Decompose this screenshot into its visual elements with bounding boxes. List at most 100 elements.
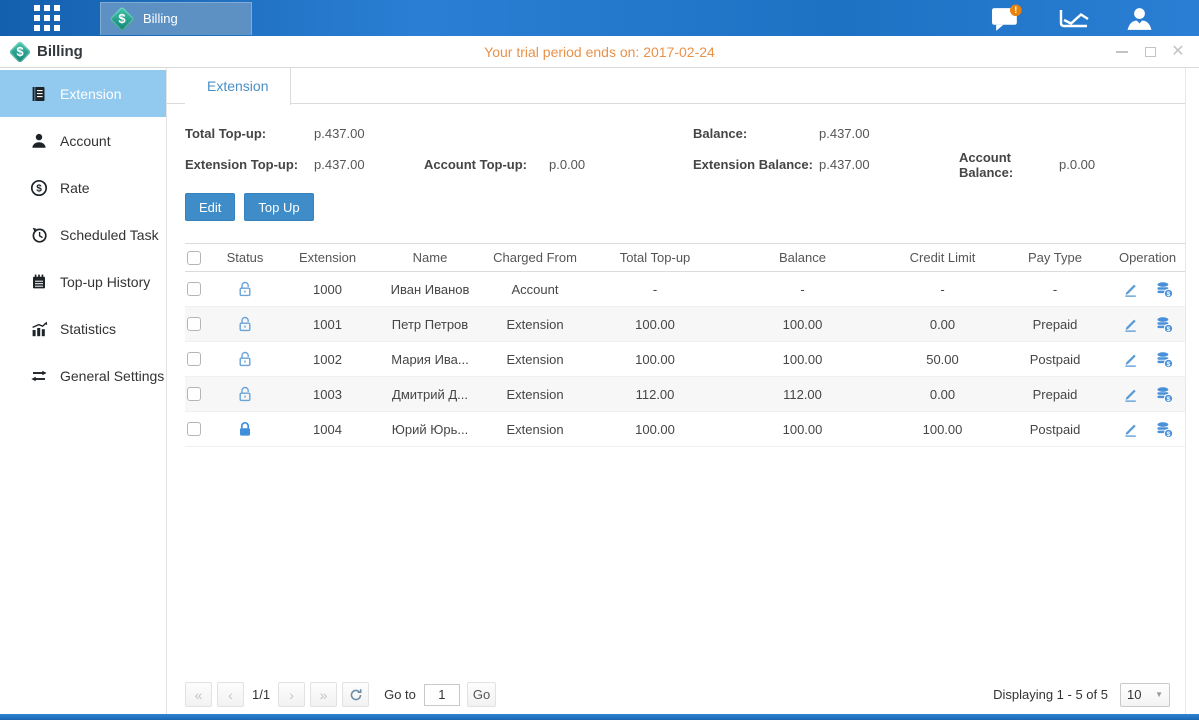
sidebar-item-label: Account — [60, 133, 111, 149]
extension-balance-label: Extension Balance: — [693, 157, 819, 172]
sidebar-item-statistics[interactable]: Statistics — [0, 305, 166, 352]
window-title: Billing — [37, 43, 83, 60]
row-checkbox[interactable] — [187, 317, 201, 331]
account-topup-label: Account Top-up: — [424, 157, 549, 172]
edit-extension-icon[interactable] — [1122, 421, 1139, 438]
next-page-button[interactable]: › — [278, 682, 305, 707]
col-name: Name — [380, 250, 480, 265]
table-row: 1003 Дмитрий Д... Extension 112.00 112.0… — [185, 377, 1185, 412]
topup-extension-icon[interactable]: $ — [1155, 350, 1174, 369]
col-charged-from: Charged From — [480, 250, 590, 265]
edit-extension-icon[interactable] — [1122, 281, 1139, 298]
displaying-status: Displaying 1 - 5 of 5 — [993, 687, 1108, 702]
page-size-select[interactable]: 10 ▼ — [1120, 683, 1170, 707]
col-total-topup: Total Top-up — [590, 250, 720, 265]
action-bar: Edit Top Up — [185, 193, 1185, 221]
edit-extension-icon[interactable] — [1122, 386, 1139, 403]
account-balance-label: Account Balance: — [959, 150, 1059, 180]
cell-pay-type: Prepaid — [1000, 387, 1110, 402]
status-unlocked-icon — [236, 315, 254, 333]
edit-button[interactable]: Edit — [185, 193, 235, 221]
table-row: 1001 Петр Петров Extension 100.00 100.00… — [185, 307, 1185, 342]
col-pay-type: Pay Type — [1000, 250, 1110, 265]
svg-text:$: $ — [36, 183, 42, 194]
cell-name: Юрий Юрь... — [380, 422, 480, 437]
cell-name: Мария Ива... — [380, 352, 480, 367]
close-button[interactable]: ✕ — [1171, 45, 1185, 59]
sidebar-item-topup-history[interactable]: Top-up History — [0, 258, 166, 305]
select-all-checkbox[interactable] — [187, 251, 201, 265]
taskbar-tab-label: Billing — [143, 11, 178, 26]
sidebar-item-label: Rate — [60, 180, 90, 196]
cell-balance: 112.00 — [720, 387, 885, 402]
window-body: Extension Account $ Rate — [0, 68, 1199, 714]
top-up-button[interactable]: Top Up — [244, 193, 313, 221]
sidebar-item-rate[interactable]: $ Rate — [0, 164, 166, 211]
screen: $ Billing ! — [0, 0, 1199, 720]
col-operation: Operation — [1110, 250, 1185, 265]
cell-total-topup: 112.00 — [590, 387, 720, 402]
topup-extension-icon[interactable]: $ — [1155, 315, 1174, 334]
col-status: Status — [215, 250, 275, 265]
col-extension: Extension — [275, 250, 380, 265]
user-account-icon[interactable] — [1126, 6, 1153, 31]
extension-topup-value: p.437.00 — [314, 157, 424, 172]
cell-credit-limit: 0.00 — [885, 387, 1000, 402]
messages-icon[interactable]: ! — [991, 4, 1022, 32]
refresh-button[interactable] — [342, 682, 369, 707]
trial-notice: Your trial period ends on: 2017-02-24 — [0, 44, 1199, 60]
app-launcher-icon[interactable] — [34, 5, 60, 31]
edit-extension-icon[interactable] — [1122, 316, 1139, 333]
window-controls: ✕ — [1115, 36, 1185, 68]
cell-extension: 1003 — [275, 387, 380, 402]
cell-balance: - — [720, 282, 885, 297]
row-checkbox[interactable] — [187, 422, 201, 436]
sidebar-item-extension[interactable]: Extension — [0, 70, 166, 117]
cell-credit-limit: 0.00 — [885, 317, 1000, 332]
last-page-button[interactable]: » — [310, 682, 337, 707]
topup-extension-icon[interactable]: $ — [1155, 420, 1174, 439]
tab-extension[interactable]: Extension — [185, 68, 291, 105]
minimize-button[interactable] — [1115, 45, 1129, 59]
goto-page-input[interactable] — [424, 684, 460, 706]
prev-page-button[interactable]: ‹ — [217, 682, 244, 707]
table-header: Status Extension Name Charged From Total… — [185, 243, 1185, 272]
cell-name: Дмитрий Д... — [380, 387, 480, 402]
cell-charged-from: Extension — [480, 317, 590, 332]
topup-extension-icon[interactable]: $ — [1155, 280, 1174, 299]
desktop-background-strip — [0, 714, 1199, 720]
cell-name: Петр Петров — [380, 317, 480, 332]
sidebar-item-account[interactable]: Account — [0, 117, 166, 164]
first-page-button[interactable]: « — [185, 682, 212, 707]
svg-text:$: $ — [1166, 395, 1170, 402]
row-checkbox[interactable] — [187, 352, 201, 366]
extension-topup-label: Extension Top-up: — [185, 157, 314, 172]
refresh-icon — [349, 688, 363, 702]
taskbar-tab-billing[interactable]: $ Billing — [100, 2, 252, 35]
billing-app-icon: $ — [110, 7, 134, 31]
cell-extension: 1000 — [275, 282, 380, 297]
page-indicator: 1/1 — [252, 687, 270, 702]
row-checkbox[interactable] — [187, 282, 201, 296]
sidebar-item-general-settings[interactable]: General Settings — [0, 352, 166, 399]
topup-extension-icon[interactable]: $ — [1155, 385, 1174, 404]
go-button[interactable]: Go — [467, 682, 496, 707]
row-checkbox[interactable] — [187, 387, 201, 401]
notebook-icon — [30, 273, 48, 291]
balance-label: Balance: — [693, 126, 819, 141]
svg-text:$: $ — [1166, 430, 1170, 437]
cell-charged-from: Extension — [480, 352, 590, 367]
cell-balance: 100.00 — [720, 352, 885, 367]
cell-total-topup: 100.00 — [590, 352, 720, 367]
bar-chart-icon — [30, 320, 48, 338]
svg-text:$: $ — [1166, 360, 1170, 367]
col-balance: Balance — [720, 250, 885, 265]
edit-extension-icon[interactable] — [1122, 351, 1139, 368]
extension-table: Status Extension Name Charged From Total… — [185, 243, 1185, 447]
status-unlocked-icon — [236, 280, 254, 298]
statistics-chart-icon[interactable] — [1058, 6, 1090, 30]
maximize-button[interactable] — [1143, 45, 1157, 59]
window-app-identity: $ Billing — [0, 41, 83, 63]
sidebar-item-scheduled-task[interactable]: Scheduled Task — [0, 211, 166, 258]
cell-credit-limit: - — [885, 282, 1000, 297]
